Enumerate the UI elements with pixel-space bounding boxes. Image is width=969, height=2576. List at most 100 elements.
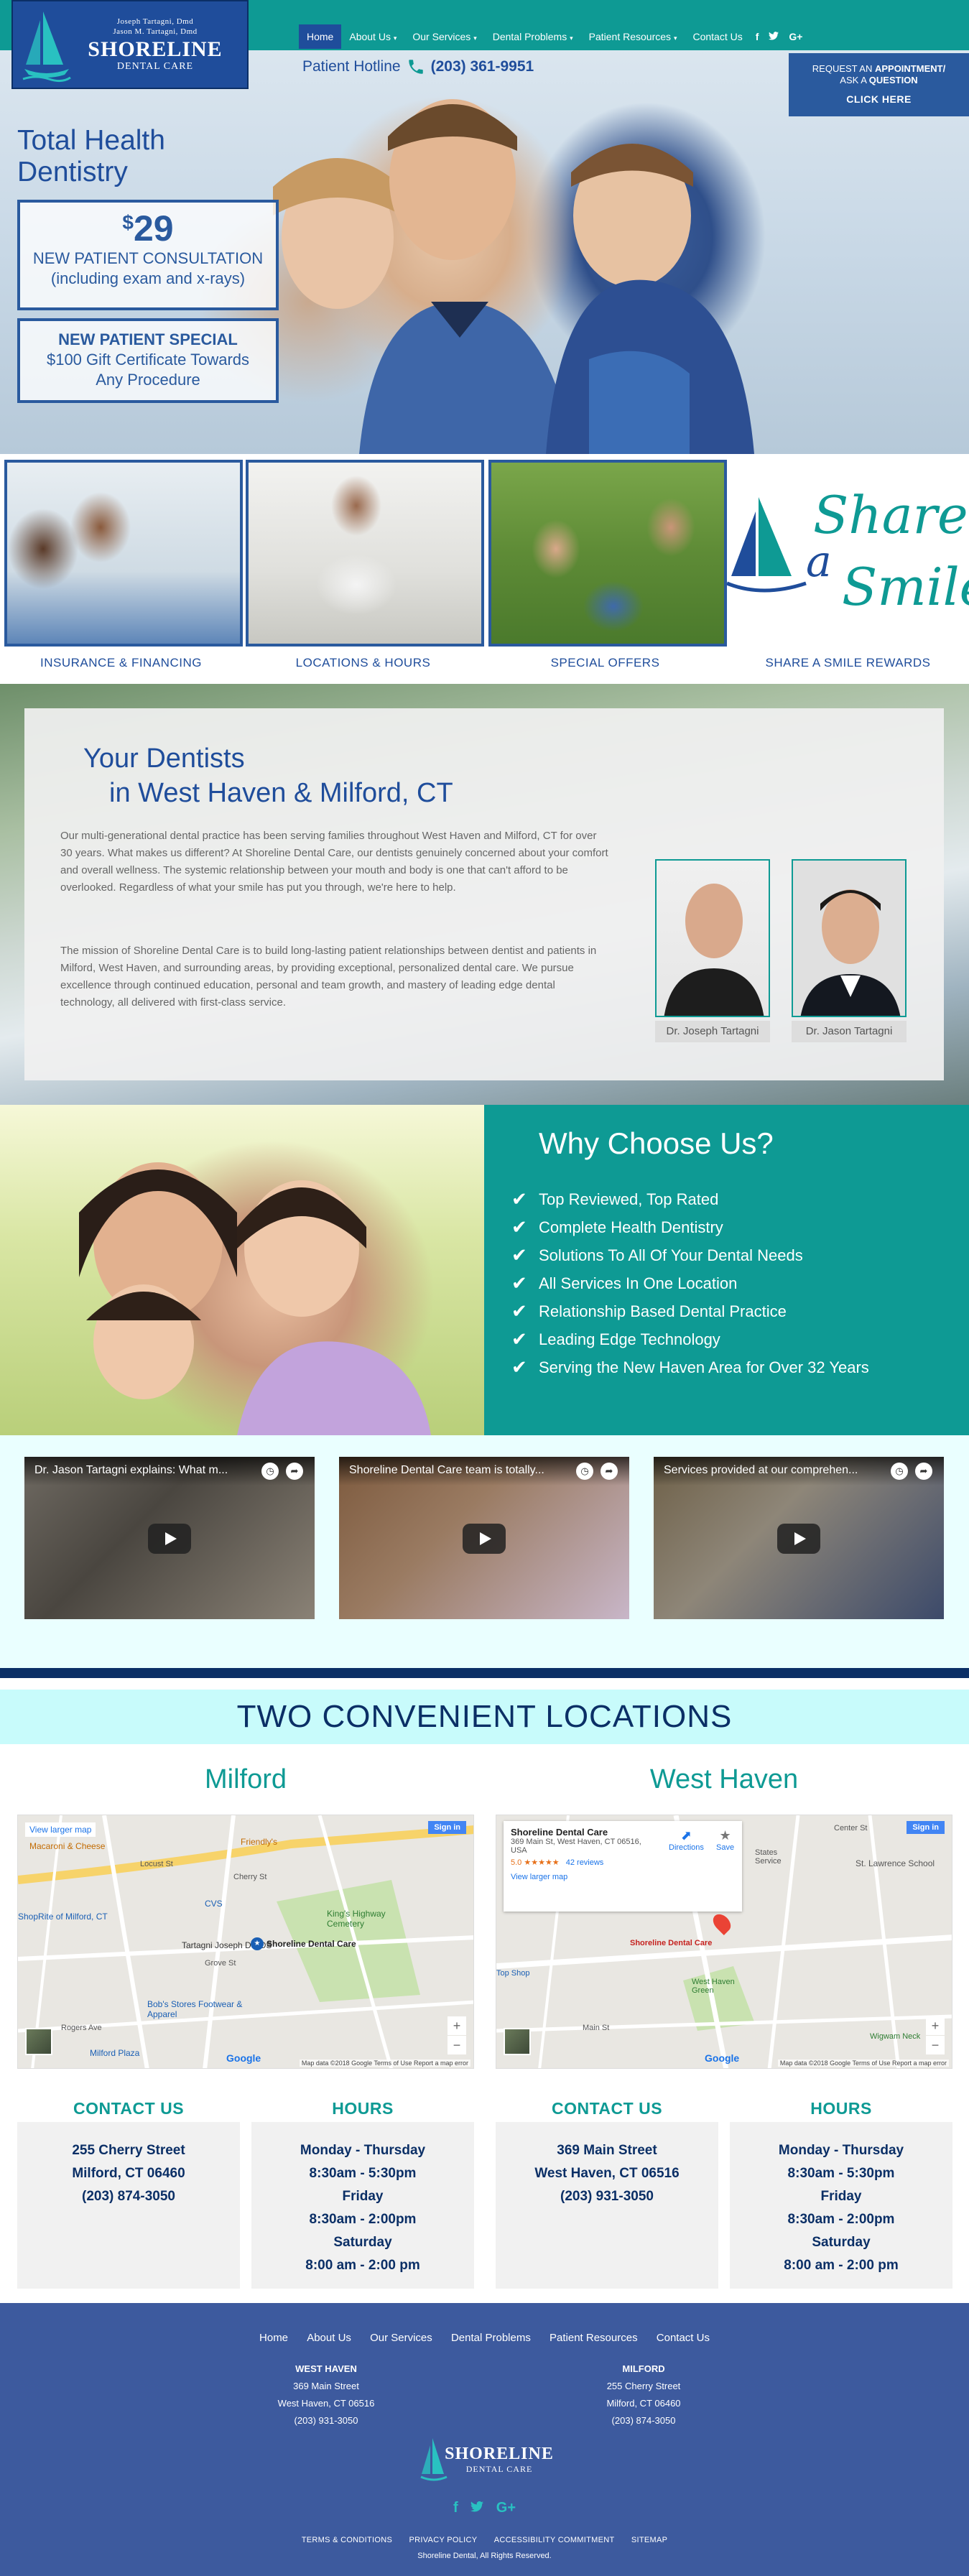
map-label: Cherry St [233, 1873, 267, 1881]
directions-button[interactable]: ⬈ Directions [669, 1828, 704, 1852]
footer-link-our-services[interactable]: Our Services [370, 2332, 432, 2344]
clock-icon[interactable]: ◷ [261, 1463, 279, 1480]
doctor-card-jason[interactable]: Dr. Jason Tartagni [792, 859, 907, 1042]
google-plus-icon[interactable]: G+ [496, 2500, 516, 2516]
promo-label-locations[interactable]: LOCATIONS & HOURS [242, 656, 484, 670]
map-label: ShopRite of Milford, CT [18, 1912, 108, 1922]
dentists-para-2: The mission of Shoreline Dental Care is … [60, 945, 597, 1009]
checkmark-icon: ✔ [511, 1300, 527, 1322]
footer: Home About Us Our Services Dental Proble… [0, 2303, 969, 2576]
share-icon[interactable]: ➦ [286, 1463, 303, 1480]
sitemap-link[interactable]: SITEMAP [631, 2536, 667, 2544]
video-player-2[interactable]: Shoreline Dental Care team is totally...… [339, 1457, 629, 1619]
map-satellite-thumb[interactable] [25, 2028, 52, 2055]
place-card-rating: 5.0 ★★★★★ 42 reviews [511, 1858, 735, 1867]
footer-link-patient-resources[interactable]: Patient Resources [550, 2332, 638, 2344]
locations-title: TWO CONVENIENT LOCATIONS [0, 1690, 969, 1744]
share-icon[interactable]: ➦ [601, 1463, 618, 1480]
map-pin-label: Shoreline Dental Care [630, 1939, 713, 1947]
map-sign-in-button[interactable]: Sign in [428, 1821, 466, 1834]
address-city: Milford, CT 06460 [72, 2166, 185, 2181]
play-button[interactable] [148, 1524, 191, 1554]
video-player-1[interactable]: Dr. Jason Tartagni explains: What m... ◷… [24, 1457, 315, 1619]
footer-brand-sub: DENTAL CARE [465, 2464, 533, 2474]
promo-label-special-offers[interactable]: SPECIAL OFFERS [484, 656, 726, 670]
nav-patient-resources-label: Patient Resources [588, 31, 672, 42]
footer-west-haven: WEST HAVEN 369 Main Street West Haven, C… [218, 2360, 434, 2429]
map-west-haven[interactable]: Shoreline Dental Care 369 Main St, West … [496, 1815, 952, 2069]
promo-label-share-a-smile[interactable]: SHARE A SMILE REWARDS [727, 656, 969, 670]
twitter-icon[interactable] [764, 31, 784, 42]
nav-contact-us[interactable]: Contact Us [685, 24, 750, 49]
nav-dental-problems[interactable]: Dental Problems ▾ [485, 24, 581, 49]
patient-hotline[interactable]: Patient Hotline (203) 361-9951 [302, 57, 534, 76]
main-nav: Home About Us ▾ Our Services ▾ Dental Pr… [299, 24, 807, 49]
map-footer: Map data ©2018 Google Terms of Use Repor… [299, 2060, 470, 2067]
facebook-icon[interactable]: f [751, 31, 764, 42]
video-player-3[interactable]: Services provided at our comprehen... ◷ … [654, 1457, 944, 1619]
reviews-link[interactable]: 42 reviews [566, 1858, 604, 1867]
view-larger-map-link[interactable]: View larger map [511, 1873, 735, 1881]
nav-our-services[interactable]: Our Services ▾ [404, 24, 484, 49]
clock-icon[interactable]: ◷ [891, 1463, 908, 1480]
play-button[interactable] [463, 1524, 506, 1554]
phone-link[interactable]: (203) 874-3050 [17, 2185, 240, 2208]
google-plus-icon[interactable]: G+ [784, 31, 807, 42]
zoom-in-button[interactable]: + [926, 2016, 945, 2035]
footer-link-dental-problems[interactable]: Dental Problems [451, 2332, 531, 2344]
footer-mf-phone[interactable]: (203) 874-3050 [536, 2412, 751, 2429]
promo-row: Share a Smile INSURANCE & FINANCING LOCA… [0, 454, 969, 684]
phone-link[interactable]: (203) 931-3050 [496, 2185, 718, 2208]
footer-link-contact-us[interactable]: Contact Us [657, 2332, 710, 2344]
footer-milford: MILFORD 255 Cherry Street Milford, CT 06… [536, 2360, 751, 2429]
address-street: 255 Cherry Street [72, 2143, 185, 2158]
new-patient-special[interactable]: NEW PATIENT SPECIAL $100 Gift Certificat… [17, 318, 279, 403]
footer-wh-phone[interactable]: (203) 931-3050 [218, 2412, 434, 2429]
locations-photo[interactable] [246, 460, 484, 647]
doctor-card-joseph[interactable]: Dr. Joseph Tartagni [655, 859, 770, 1042]
map-milford[interactable]: View larger map Sign in Macaroni & Chees… [17, 1815, 474, 2069]
map-label: Locust St [140, 1860, 173, 1868]
nav-home[interactable]: Home [299, 24, 342, 49]
offer-currency: $ [122, 211, 134, 233]
insurance-photo[interactable] [4, 460, 243, 647]
place-card: Shoreline Dental Care 369 Main St, West … [504, 1821, 742, 1912]
play-button[interactable] [777, 1524, 820, 1554]
view-larger-map-link[interactable]: View larger map [25, 1822, 96, 1837]
special-offers-photo[interactable] [488, 460, 727, 647]
map-label: Grove St [205, 1959, 236, 1968]
nav-patient-resources[interactable]: Patient Resources ▾ [581, 24, 685, 49]
footer-logo[interactable]: SHORELINE DENTAL CARE [417, 2432, 553, 2487]
facebook-icon[interactable]: f [453, 2500, 458, 2516]
map-sign-in-button[interactable]: Sign in [907, 1821, 945, 1834]
accessibility-link[interactable]: ACCESSIBILITY COMMITMENT [494, 2536, 615, 2544]
footer-link-about-us[interactable]: About Us [307, 2332, 351, 2344]
footer-legal-links: TERMS & CONDITIONS PRIVACY POLICY ACCESS… [0, 2536, 969, 2544]
save-label: Save [716, 1843, 735, 1852]
clock-icon[interactable]: ◷ [576, 1463, 593, 1480]
terms-link[interactable]: TERMS & CONDITIONS [302, 2536, 392, 2544]
doctor-name-jason: Dr. Jason Tartagni [792, 1021, 907, 1042]
dentists-section: Your Dentists in West Haven & Milford, C… [0, 684, 969, 1105]
twitter-icon[interactable] [470, 2500, 484, 2516]
zoom-in-button[interactable]: + [448, 2016, 466, 2035]
share-a-smile-logo[interactable]: Share a Smile [727, 468, 969, 634]
directions-label: Directions [669, 1843, 704, 1852]
share-icon[interactable]: ➦ [915, 1463, 932, 1480]
consultation-offer[interactable]: $29 NEW PATIENT CONSULTATION (including … [17, 200, 279, 310]
logo[interactable]: Joseph Tartagni, dmd Jason M. Tartagni, … [11, 0, 249, 89]
map-label: Milford Plaza [90, 2048, 140, 2058]
dentists-title: Your Dentists in West Haven & Milford, C… [83, 741, 453, 810]
footer-social: f G+ [0, 2500, 969, 2516]
contact-card-milford: 255 Cherry Street Milford, CT 06460 (203… [17, 2122, 240, 2289]
map-satellite-thumb[interactable] [504, 2028, 531, 2055]
promo-label-insurance[interactable]: INSURANCE & FINANCING [0, 656, 242, 670]
save-button[interactable]: ★ Save [716, 1828, 734, 1852]
request-appointment-button[interactable]: REQUEST AN APPOINTMENT/ ASK A QUESTION C… [789, 53, 969, 116]
nav-about-us[interactable]: About Us ▾ [341, 24, 404, 49]
map-pin-icon[interactable]: ★ [251, 1937, 264, 1950]
privacy-link[interactable]: PRIVACY POLICY [409, 2536, 478, 2544]
zoom-out-button[interactable]: − [448, 2036, 466, 2054]
footer-link-home[interactable]: Home [259, 2332, 288, 2344]
zoom-out-button[interactable]: − [926, 2036, 945, 2054]
